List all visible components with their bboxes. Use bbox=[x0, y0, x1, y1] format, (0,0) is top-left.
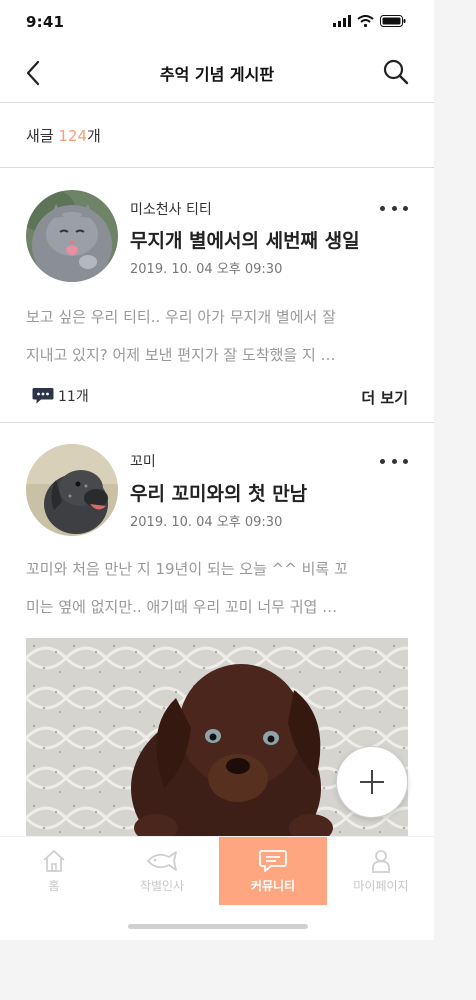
view-more-link[interactable]: 더 보기 bbox=[361, 387, 408, 408]
more-options-icon[interactable] bbox=[380, 456, 408, 466]
excerpt-line: 보고 싶은 우리 티티.. 우리 아가 무지개 별에서 잘 bbox=[26, 308, 336, 326]
new-post-number: 124 bbox=[58, 127, 88, 145]
comment-count[interactable]: 11개 bbox=[32, 386, 89, 406]
new-post-count: 새글 124개 bbox=[0, 103, 434, 168]
fish-icon bbox=[147, 851, 177, 871]
avatar bbox=[26, 190, 118, 282]
status-icons bbox=[333, 15, 406, 27]
wifi-icon bbox=[357, 15, 374, 27]
tab-farewell[interactable]: 작별인사 bbox=[108, 837, 216, 905]
post-title[interactable]: 우리 꼬미와의 첫 만남 bbox=[130, 479, 307, 506]
more-options-icon[interactable] bbox=[380, 203, 408, 213]
post-date: 2019. 10. 04 오후 09:30 bbox=[130, 262, 283, 277]
phone-screen: 9:41 추억 기념 게시판 새글 124개 미소천사 티티 무지개 별에서의 … bbox=[0, 0, 434, 940]
post-author: 미소천사 티티 bbox=[130, 202, 212, 218]
status-time: 9:41 bbox=[26, 13, 65, 31]
tab-label: 홈 bbox=[48, 879, 60, 893]
post-excerpt[interactable]: 보고 싶은 우리 티티.. 우리 아가 무지개 별에서 잘 지내고 있지? 어제… bbox=[26, 298, 410, 374]
tab-label: 작별인사 bbox=[139, 879, 185, 893]
post-title[interactable]: 무지개 별에서의 세번째 생일 bbox=[130, 226, 360, 253]
post-date: 2019. 10. 04 오후 09:30 bbox=[130, 515, 283, 530]
comment-icon bbox=[32, 388, 54, 404]
tab-home[interactable]: 홈 bbox=[0, 837, 108, 905]
signal-icon bbox=[333, 15, 351, 27]
tab-label: 마이페이지 bbox=[353, 879, 409, 893]
post-excerpt[interactable]: 꼬미와 처음 만난 지 19년이 되는 오늘 ^^ 비록 꼬 미는 옆에 없지만… bbox=[26, 550, 410, 626]
page-title: 추억 기념 게시판 bbox=[159, 65, 275, 84]
home-indicator bbox=[128, 924, 308, 929]
new-post-label: 새글 bbox=[26, 127, 59, 145]
home-icon bbox=[43, 850, 65, 872]
person-icon bbox=[372, 850, 390, 873]
chat-icon bbox=[259, 850, 287, 872]
comment-count-label: 11개 bbox=[58, 389, 89, 405]
avatar bbox=[26, 444, 118, 536]
battery-icon bbox=[380, 15, 406, 27]
status-bar: 9:41 bbox=[0, 0, 434, 44]
add-post-button[interactable] bbox=[336, 746, 408, 818]
new-post-suffix: 개 bbox=[87, 127, 101, 145]
post-author: 꼬미 bbox=[130, 454, 156, 470]
excerpt-line: 지내고 있지? 어제 보낸 편지가 잘 도착했을 지 … bbox=[26, 346, 336, 364]
excerpt-line: 미는 옆에 없지만.. 애기때 우리 꼬미 너무 귀엽 … bbox=[26, 598, 338, 616]
tab-label: 커뮤니티 bbox=[250, 879, 296, 893]
tab-community[interactable]: 커뮤니티 bbox=[219, 837, 327, 905]
bottom-tab-bar: 홈 작별인사 커뮤니티 마이페이지 bbox=[0, 836, 434, 905]
search-icon[interactable] bbox=[382, 58, 410, 86]
plus-icon bbox=[360, 770, 384, 794]
tab-mypage[interactable]: 마이페이지 bbox=[327, 837, 434, 905]
top-nav: 추억 기념 게시판 bbox=[0, 44, 434, 103]
post-card[interactable]: 미소천사 티티 무지개 별에서의 세번째 생일 2019. 10. 04 오후 … bbox=[0, 168, 434, 422]
excerpt-line: 꼬미와 처음 만난 지 19년이 되는 오늘 ^^ 비록 꼬 bbox=[26, 560, 348, 578]
